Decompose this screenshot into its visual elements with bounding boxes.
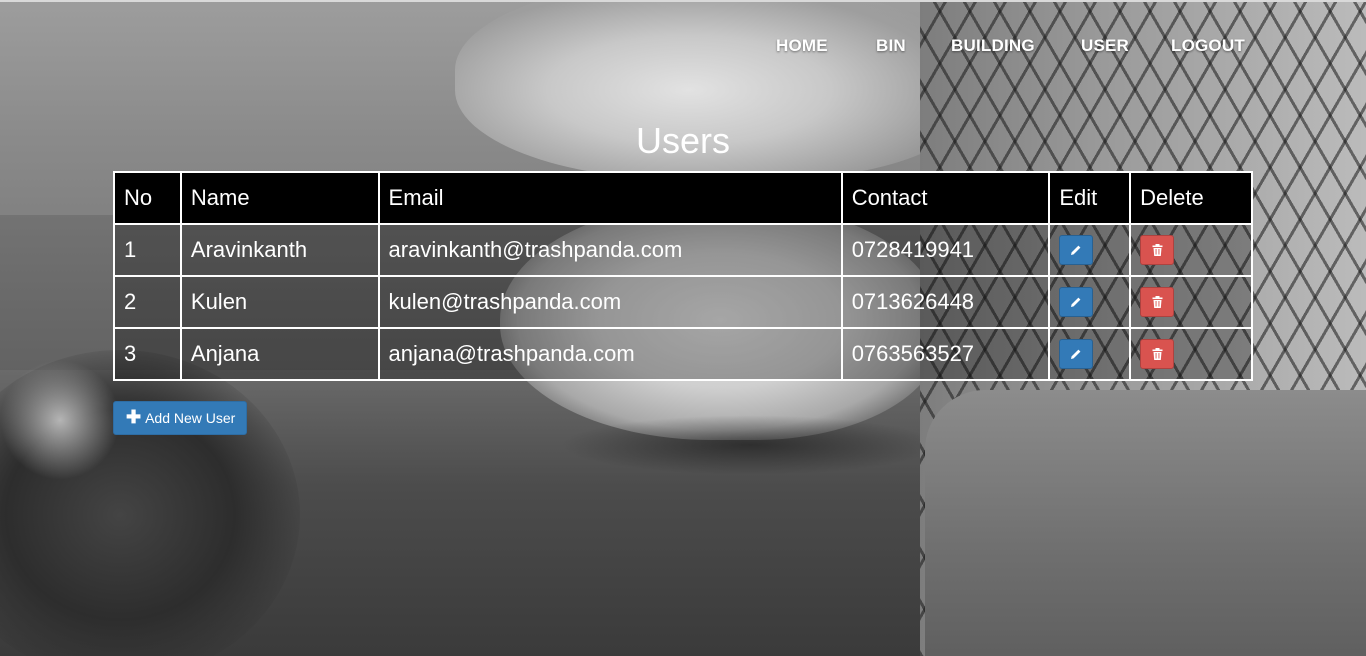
header-no: No: [113, 171, 182, 225]
delete-button[interactable]: [1140, 287, 1175, 317]
nav-building-link[interactable]: BUILDING: [951, 36, 1035, 56]
cell-no: 1: [113, 223, 182, 277]
header-edit: Edit: [1048, 171, 1132, 225]
cell-edit: [1048, 275, 1132, 329]
cell-delete: [1129, 327, 1253, 381]
table-row: 3 Anjana anjana@trashpanda.com 076356352…: [113, 327, 1253, 381]
cell-no: 3: [113, 327, 182, 381]
cell-delete: [1129, 223, 1253, 277]
header-contact: Contact: [840, 171, 1051, 225]
table-row: 2 Kulen kulen@trashpanda.com 0713626448: [113, 275, 1253, 329]
trash-icon: [1152, 296, 1163, 308]
header-email: Email: [377, 171, 843, 225]
edit-button[interactable]: [1059, 287, 1094, 317]
header-name: Name: [179, 171, 380, 225]
cell-contact: 0763563527: [840, 327, 1051, 381]
header-delete: Delete: [1129, 171, 1253, 225]
main-nav: HOME BIN BUILDING USER LOGOUT: [0, 36, 1366, 60]
cell-contact: 0728419941: [840, 223, 1051, 277]
trash-icon: [1152, 244, 1163, 256]
page-title: Users: [635, 120, 730, 161]
cell-delete: [1129, 275, 1253, 329]
plus-icon: ✚: [126, 407, 142, 427]
table-row: 1 Aravinkanth aravinkanth@trashpanda.com…: [113, 223, 1253, 277]
cell-name: Kulen: [179, 275, 380, 329]
cell-no: 2: [113, 275, 182, 329]
pencil-icon: [1071, 349, 1081, 359]
top-border: [0, 0, 1366, 2]
cell-edit: [1048, 327, 1132, 381]
add-new-user-button[interactable]: ✚ Add New User: [113, 401, 248, 435]
add-new-user-label: Add New User: [145, 410, 236, 426]
cell-email: kulen@trashpanda.com: [377, 275, 843, 329]
cell-edit: [1048, 223, 1132, 277]
nav-logout-link[interactable]: LOGOUT: [1171, 36, 1245, 56]
cell-contact: 0713626448: [840, 275, 1051, 329]
cell-email: anjana@trashpanda.com: [377, 327, 843, 381]
table-header-row: No Name Email Contact Edit Delete: [113, 171, 1253, 225]
delete-button[interactable]: [1140, 235, 1175, 265]
pencil-icon: [1071, 297, 1081, 307]
trash-icon: [1152, 348, 1163, 360]
edit-button[interactable]: [1059, 339, 1094, 369]
cell-name: Aravinkanth: [179, 223, 380, 277]
nav-user-link[interactable]: USER: [1081, 36, 1129, 56]
cell-name: Anjana: [179, 327, 380, 381]
users-table: No Name Email Contact Edit Delete 1 Arav…: [113, 171, 1253, 381]
delete-button[interactable]: [1140, 339, 1175, 369]
pencil-icon: [1071, 245, 1081, 255]
nav-home-link[interactable]: HOME: [776, 36, 828, 56]
edit-button[interactable]: [1059, 235, 1094, 265]
cell-email: aravinkanth@trashpanda.com: [377, 223, 843, 277]
nav-bin-link[interactable]: BIN: [876, 36, 906, 56]
